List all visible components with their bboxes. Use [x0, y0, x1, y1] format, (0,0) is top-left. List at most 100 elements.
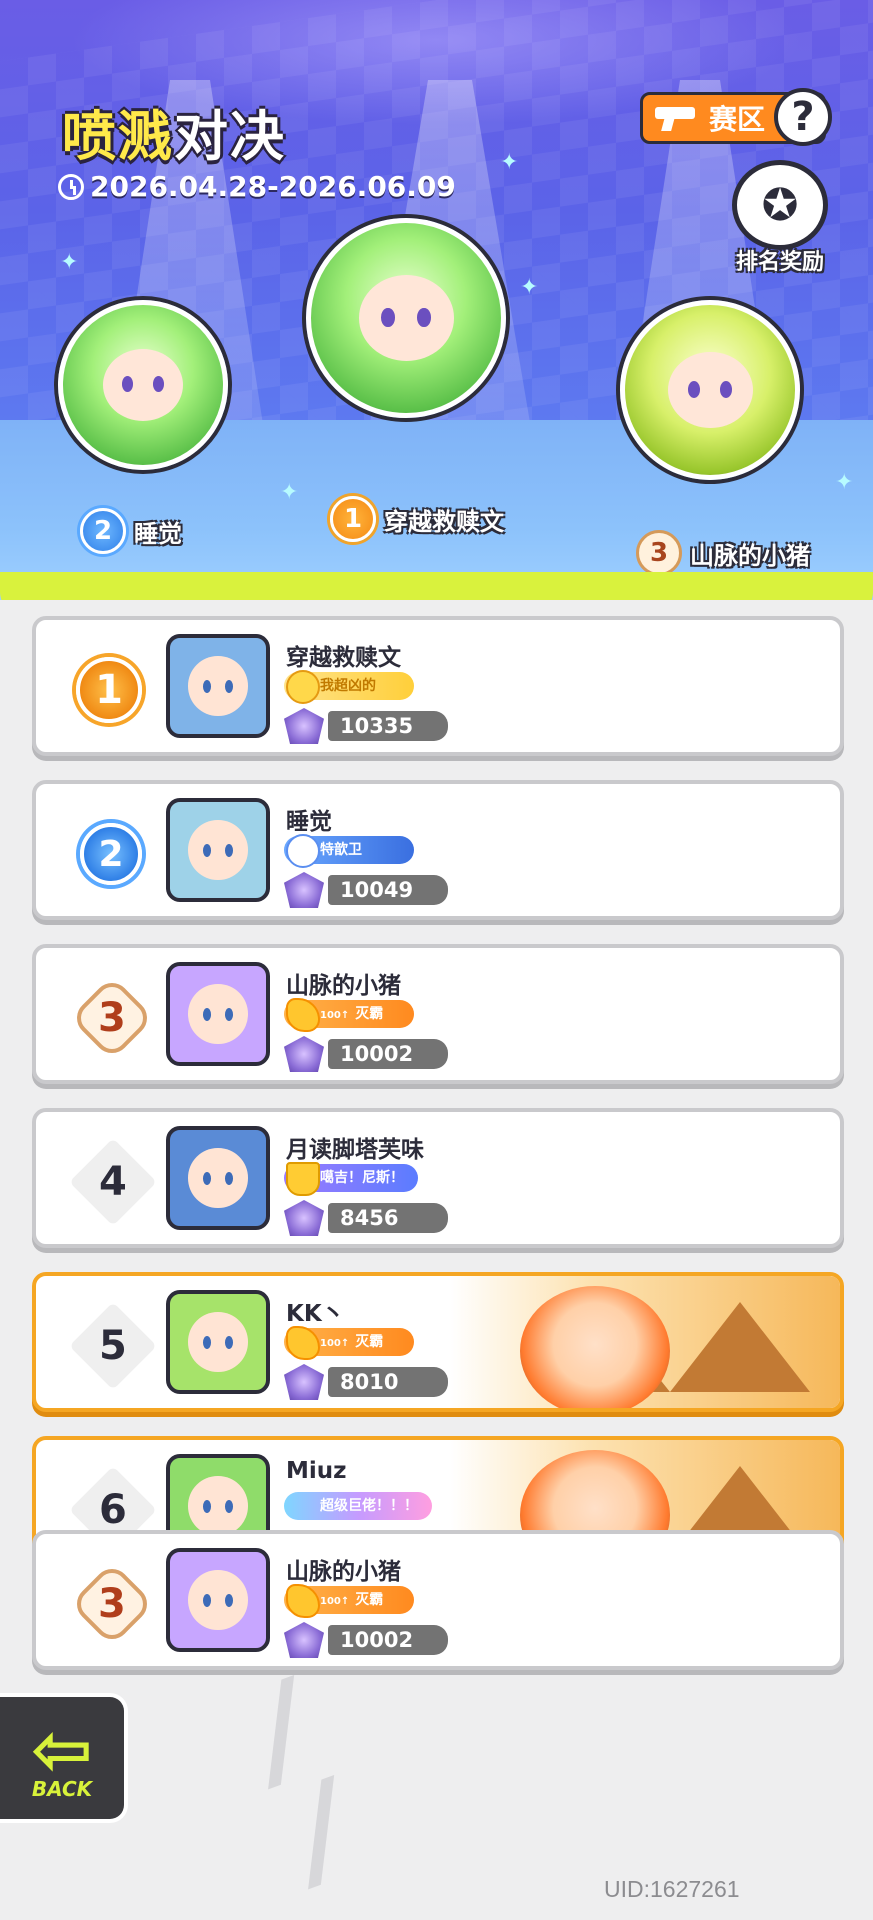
score-row: 10002 — [284, 1622, 448, 1658]
podium-character-1[interactable] — [306, 218, 506, 418]
podium-label-3: 3 山脉的小猪 — [636, 530, 810, 576]
score-value: 8010 — [328, 1367, 448, 1397]
podium-character-2[interactable] — [58, 300, 228, 470]
rank-emblem-icon — [284, 708, 324, 744]
user-id: UID:1627261 — [604, 1876, 740, 1902]
nameplate-background — [450, 1276, 840, 1408]
ranking-reward-button[interactable]: ✪ 排名奖励 — [722, 160, 838, 278]
podium-name: 山脉的小猪 — [690, 541, 810, 570]
sparkle-icon: ✦ — [60, 250, 79, 275]
rank-emblem-icon — [284, 1622, 324, 1658]
score-value: 8456 — [328, 1203, 448, 1233]
podium-label-1: 1 穿越救赎文 — [330, 496, 504, 542]
hero-banner: ✦ ✦ ✦ ✦ ✦ 喷溅对决 2026.04.28-2026.06.09 赛区 … — [0, 0, 873, 600]
title-badge: 特歆卫 — [284, 834, 414, 868]
title-text: 灭霸 — [355, 1006, 384, 1022]
score-value: 10049 — [328, 875, 448, 905]
score-value: 10002 — [328, 1625, 448, 1655]
event-date: 2026.04.28-2026.06.09 — [58, 170, 456, 203]
avatar[interactable] — [166, 798, 270, 902]
pyramid-decoration — [670, 1302, 810, 1392]
rank-medal-icon: 1 — [76, 657, 142, 723]
player-name: 穿越救赎文 — [286, 645, 401, 671]
podium-label-2: 2 睡觉 — [80, 508, 182, 554]
avatar[interactable] — [166, 1290, 270, 1394]
score-row: 10049 — [284, 872, 448, 908]
page-title: 喷溅对决 — [62, 105, 286, 168]
avatar[interactable] — [166, 962, 270, 1066]
sparkle-icon: ✦ — [500, 150, 519, 175]
question-icon: ? — [791, 94, 815, 140]
title-badge: 我超凶的 — [284, 670, 414, 704]
player-name: 山脉的小猪 — [286, 1559, 401, 1585]
title-prefix: 100↑ — [320, 1010, 350, 1021]
character-face — [103, 349, 183, 421]
rank-medal-icon: 2 — [80, 823, 142, 885]
rank-medal-icon: 3 — [69, 975, 155, 1061]
avatar-face — [188, 656, 248, 716]
avatar[interactable] — [166, 1548, 270, 1652]
podium-character-3[interactable] — [620, 300, 800, 480]
rank-emblem-icon — [284, 1200, 324, 1236]
avatar-face — [188, 820, 248, 880]
title-badge: 噶吉！尼斯！ — [284, 1162, 418, 1196]
title-prefix: 100↑ — [320, 1338, 350, 1349]
reward-label: 排名奖励 — [735, 250, 824, 275]
score-row: 8010 — [284, 1364, 448, 1400]
avatar-face — [188, 1148, 248, 1208]
rank-medal-icon: 3 — [69, 1561, 155, 1647]
nameplate-character — [520, 1286, 670, 1408]
title-badge: 100↑ 灭霸 — [284, 1584, 414, 1618]
rank-badge: 4 — [69, 1138, 157, 1226]
title-badge: 100↑ 灭霸 — [284, 998, 414, 1032]
rank-medal-icon: 2 — [80, 508, 126, 554]
title-badge: 100↑ 灭霸 — [284, 1326, 414, 1360]
slime-divider — [0, 572, 873, 600]
podium-name: 穿越救赎文 — [384, 507, 504, 536]
leaderboard-row[interactable]: 3 山脉的小猪 100↑ 灭霸 10002 — [32, 944, 844, 1084]
title-prefix: 100↑ — [320, 1596, 350, 1607]
rank-medal-icon: 1 — [330, 496, 376, 542]
rank-badge: 5 — [69, 1302, 157, 1390]
character-face — [358, 275, 454, 361]
back-button[interactable]: ⇦ BACK — [0, 1693, 128, 1823]
leaderboard-row[interactable]: 2 睡觉 特歆卫 10049 — [32, 780, 844, 920]
reward-trophy-icon: ✪ — [732, 160, 828, 250]
title-text: 灭霸 — [355, 1334, 384, 1350]
avatar[interactable] — [166, 634, 270, 738]
character-face — [667, 351, 753, 429]
my-rank-row[interactable]: 3 山脉的小猪 100↑ 灭霸 10002 — [32, 1530, 844, 1670]
help-button[interactable]: ? — [774, 88, 832, 146]
score-value: 10002 — [328, 1039, 448, 1069]
background-decoration: / — [277, 1756, 367, 1903]
score-row: 8456 — [284, 1200, 448, 1236]
avatar-face — [188, 1476, 248, 1536]
leaderboard-row[interactable]: 4 月读脚塔芙味 噶吉！尼斯！ 8456 — [32, 1108, 844, 1248]
region-label: 赛区 — [709, 103, 766, 136]
avatar[interactable] — [166, 1126, 270, 1230]
avatar-face — [188, 1570, 248, 1630]
avatar-face — [188, 984, 248, 1044]
leaderboard-row[interactable]: 1 穿越救赎文 我超凶的 10335 — [32, 616, 844, 756]
score-row: 10335 — [284, 708, 448, 744]
score-row: 10002 — [284, 1036, 448, 1072]
rank-medal-icon: 3 — [636, 530, 682, 576]
sparkle-icon: ✦ — [520, 275, 539, 300]
back-arrow-icon: ⇦ — [30, 1707, 93, 1793]
rank-emblem-icon — [284, 1364, 324, 1400]
sparkle-icon: ✦ — [835, 470, 854, 495]
player-name: 月读脚塔芙味 — [286, 1137, 424, 1163]
date-range-text: 2026.04.28-2026.06.09 — [90, 170, 456, 203]
leaderboard-row[interactable]: 5 KK丶 100↑ 灭霸 8010 — [32, 1272, 844, 1412]
rank-emblem-icon — [284, 1036, 324, 1072]
podium-name: 睡觉 — [134, 519, 182, 548]
title-text: 灭霸 — [355, 1592, 384, 1608]
splash-gun-icon — [655, 105, 699, 131]
title-badge: 超级巨佬！！！ — [284, 1492, 432, 1520]
rank-emblem-icon — [284, 872, 324, 908]
score-value: 10335 — [328, 711, 448, 741]
clock-icon — [58, 173, 84, 200]
player-name: 睡觉 — [286, 809, 332, 835]
player-name: KK丶 — [286, 1301, 345, 1327]
back-label: BACK — [31, 1777, 93, 1801]
